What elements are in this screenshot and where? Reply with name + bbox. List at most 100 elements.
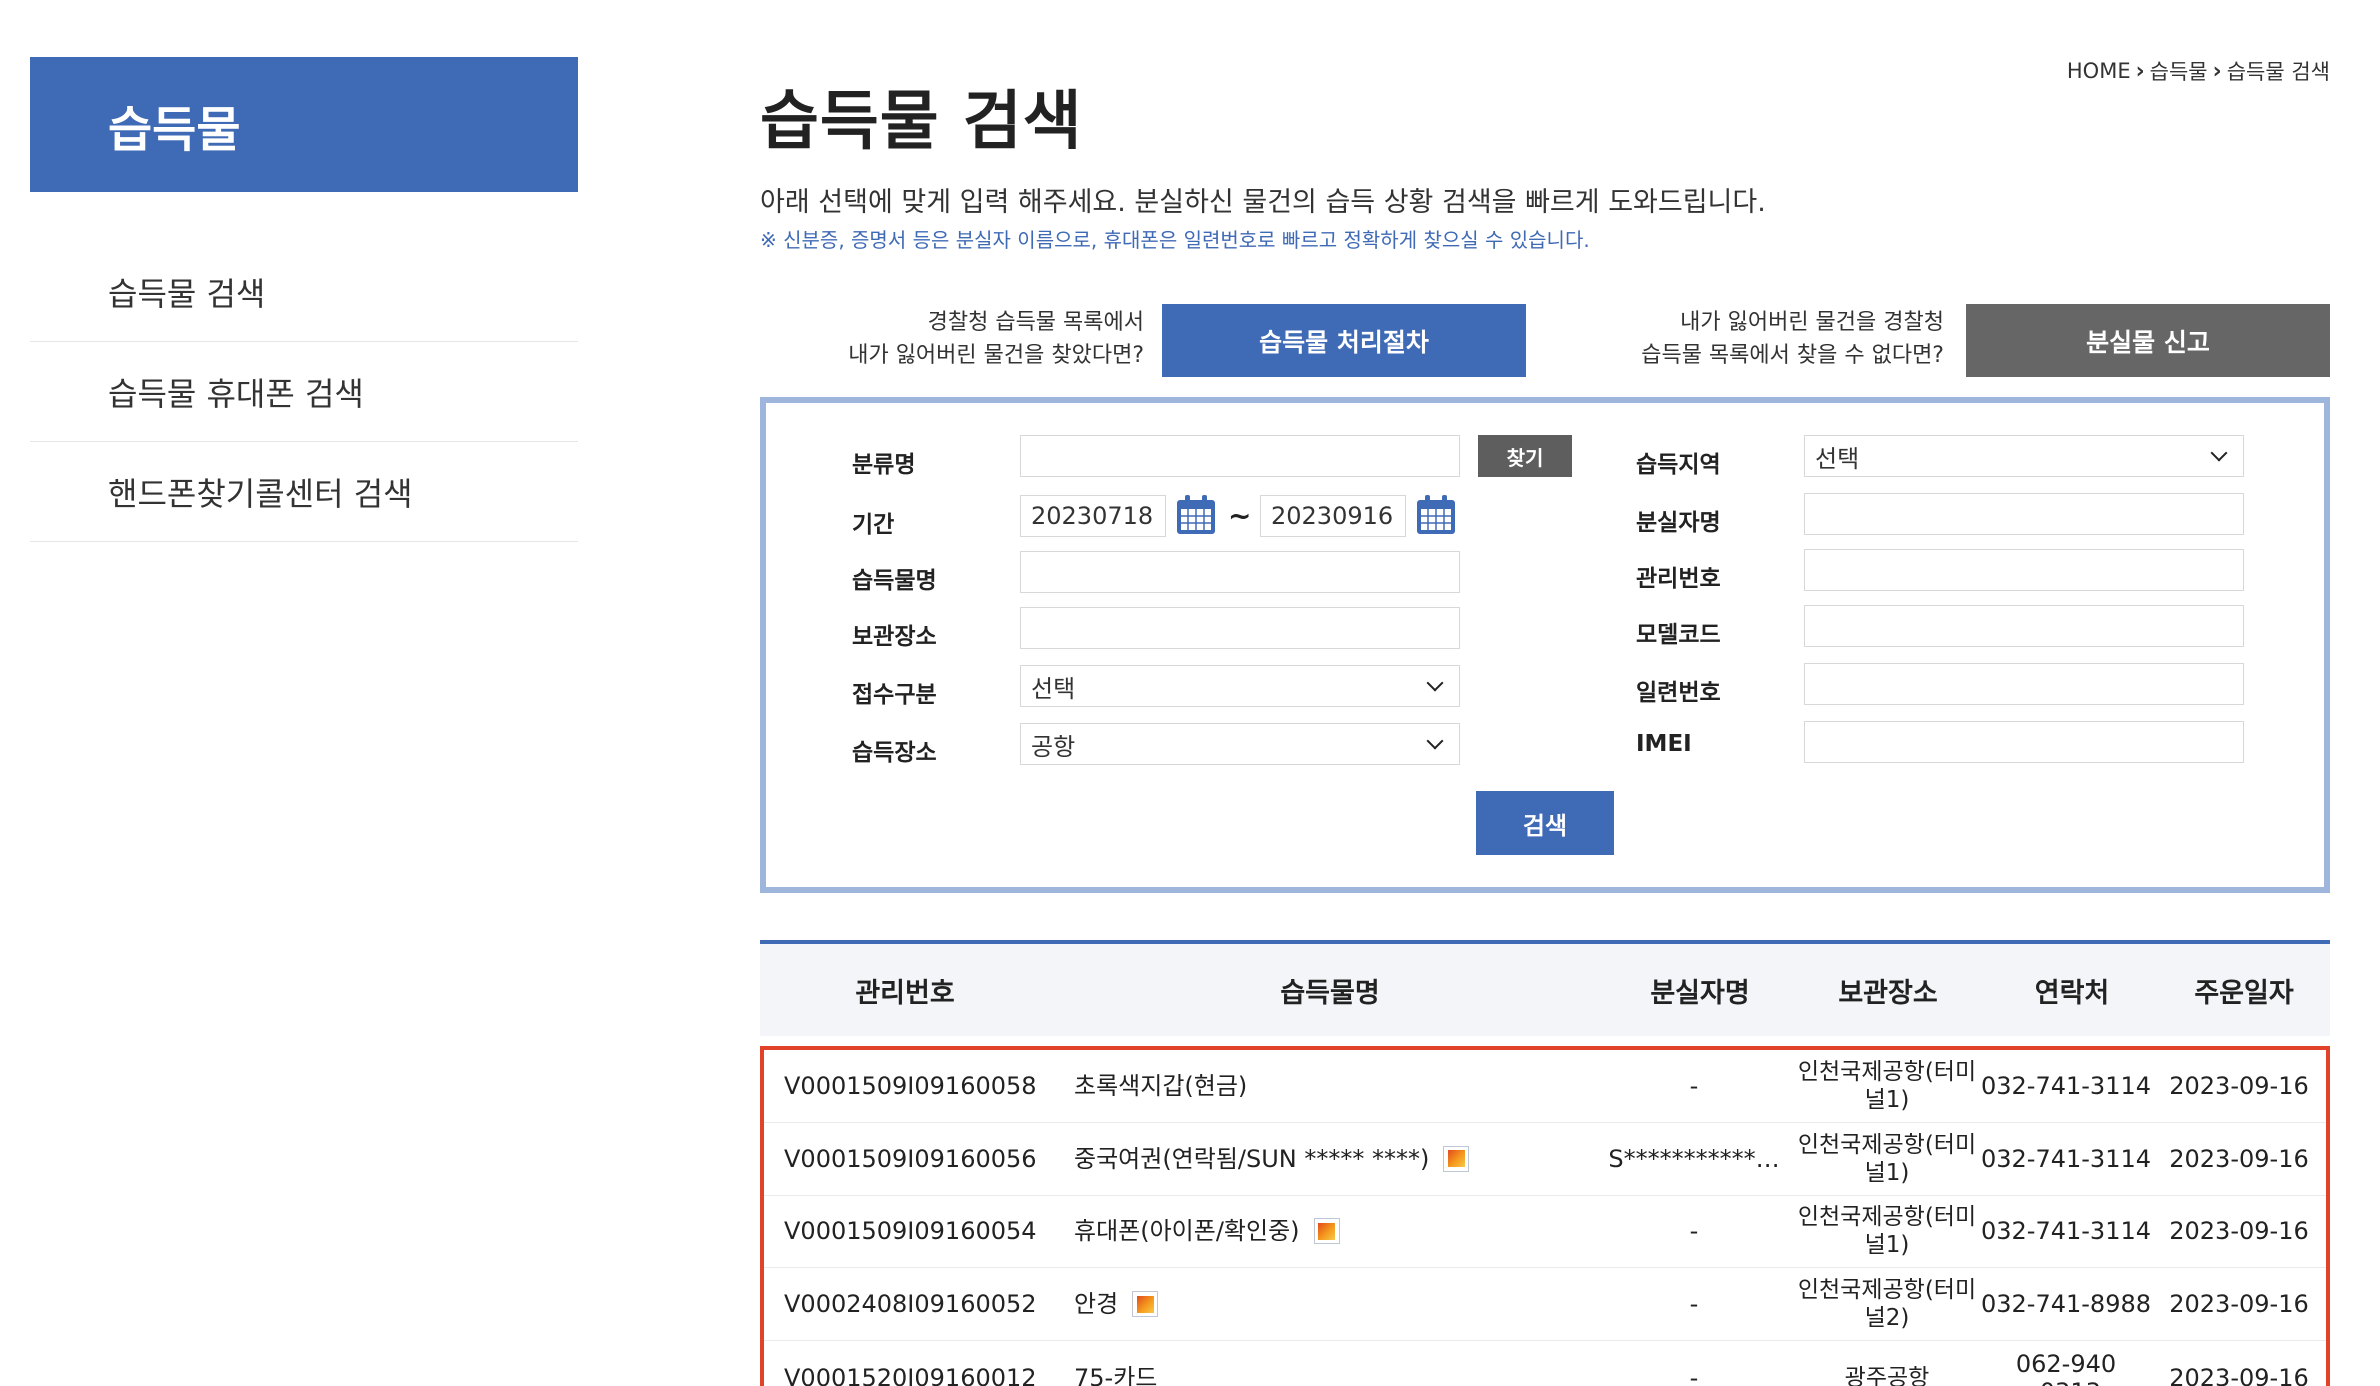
lost-report-button[interactable]: 분실물 신고 — [1966, 304, 2330, 377]
serial-label: 일련번호 — [1636, 680, 1721, 706]
found-place-label: 습득장소 — [852, 740, 937, 766]
calendar-icon[interactable] — [1414, 493, 1458, 537]
cell-manage-no: V0001509I09160056 — [784, 1144, 1037, 1173]
col-item-name[interactable]: 습득물명 — [1050, 971, 1610, 1010]
manage-no-label: 관리번호 — [1636, 566, 1721, 592]
storage-line1: 인천국제공항(터미 — [1797, 1058, 1977, 1085]
sidebar-item-phone-search[interactable]: 습득물 휴대폰 검색 — [30, 342, 578, 442]
cell-loser-name: - — [1689, 1217, 1699, 1246]
col-contact[interactable]: 연락처 — [1986, 971, 2158, 1010]
table-body: V0001509I09160058 초록색지갑(현금) - 인천국제공항(터미 널… — [760, 1046, 2330, 1386]
cell-contact: 032-741-8988 — [1980, 1290, 2151, 1319]
storage-line2: 널2) — [1864, 1305, 1910, 1332]
table-row[interactable]: V0001520I09160012 75-카드 - 광주공항 062-940 -… — [764, 1341, 2326, 1386]
cell-item-name: 안경 — [1054, 1290, 1594, 1318]
cell-storage: 인천국제공항(터미 널2) — [1794, 1276, 1980, 1332]
main-content: HOME › 습득물 › 습득물 검색 습득물 검색 아래 선택에 맞게 입력 … — [760, 0, 2330, 1386]
cell-manage-no: V0001520I09160012 — [784, 1363, 1037, 1386]
item-name-text: 초록색지갑(현금) — [1074, 1071, 1248, 1100]
period-label: 기간 — [852, 512, 895, 538]
procedure-prompt-line2: 내가 잃어버린 물건을 찾았다면? — [848, 343, 1144, 368]
procedure-prompt-line1: 경찰청 습득물 목록에서 — [927, 310, 1144, 335]
sidebar-nav: 습득물 검색 습득물 휴대폰 검색 핸드폰찾기콜센터 검색 — [30, 242, 578, 542]
cell-storage: 인천국제공항(터미 널1) — [1794, 1203, 1980, 1259]
category-label: 분류명 — [852, 452, 916, 478]
cell-manage-no: V0002408I09160052 — [784, 1290, 1037, 1319]
item-name-input[interactable] — [1020, 551, 1460, 593]
date-from-value: 20230718 — [1031, 502, 1154, 530]
found-region-select[interactable]: 선택 — [1804, 435, 2244, 477]
calendar-icon[interactable] — [1174, 493, 1218, 537]
category-input[interactable] — [1020, 435, 1460, 477]
cell-date: 2023-09-16 — [2169, 1363, 2309, 1386]
serial-input[interactable] — [1804, 663, 2244, 705]
col-storage[interactable]: 보관장소 — [1790, 971, 1986, 1010]
cell-loser-name: S***********… — [1608, 1144, 1780, 1173]
storage-line2: 널1) — [1864, 1159, 1910, 1186]
item-name-label: 습득물명 — [852, 568, 937, 594]
cell-item-name: 초록색지갑(현금) — [1054, 1072, 1594, 1100]
search-button[interactable]: 검색 — [1476, 791, 1614, 855]
table-row[interactable]: V0001509I09160058 초록색지갑(현금) - 인천국제공항(터미 널… — [764, 1050, 2326, 1123]
imei-input[interactable] — [1804, 721, 2244, 763]
cell-item-name: 75-카드 — [1054, 1364, 1594, 1386]
procedure-prompt: 경찰청 습득물 목록에서 내가 잃어버린 물건을 찾았다면? — [760, 306, 1144, 372]
sidebar-title: 습득물 — [30, 57, 578, 192]
chevron-down-icon — [2210, 444, 2228, 462]
cell-manage-no: V0001509I09160054 — [784, 1217, 1037, 1246]
loser-name-input[interactable] — [1804, 493, 2244, 535]
procedure-button[interactable]: 습득물 처리절차 — [1162, 304, 1526, 377]
date-to-field[interactable]: 20230916 — [1260, 495, 1406, 537]
col-date[interactable]: 주운일자 — [2158, 971, 2330, 1010]
breadcrumb-found[interactable]: 습득물 — [2150, 56, 2208, 86]
cell-loser-name: - — [1689, 1290, 1699, 1319]
breadcrumb-current: 습득물 검색 — [2226, 60, 2330, 84]
found-place-value: 공항 — [1031, 732, 1076, 761]
chevron-right-icon: › — [2135, 58, 2145, 84]
table-row[interactable]: V0001509I09160054 휴대폰(아이폰/확인중) - 인천국제공항(… — [764, 1196, 2326, 1269]
sidebar-item-callcenter-search[interactable]: 핸드폰찾기콜센터 검색 — [30, 442, 578, 542]
chevron-down-icon — [1426, 732, 1444, 750]
image-icon[interactable] — [1443, 1145, 1470, 1172]
cell-storage: 인천국제공항(터미 널1) — [1794, 1131, 1980, 1187]
loser-name-label: 분실자명 — [1636, 510, 1721, 536]
image-icon[interactable] — [1313, 1218, 1340, 1245]
date-from-field[interactable]: 20230718 — [1020, 495, 1166, 537]
action-row: 경찰청 습득물 목록에서 내가 잃어버린 물건을 찾았다면? 습득물 처리절차 … — [760, 304, 2330, 378]
find-button[interactable]: 찾기 — [1478, 435, 1572, 477]
found-region-value: 선택 — [1815, 444, 1860, 473]
report-prompt: 내가 잃어버린 물건을 경찰청 습득물 목록에서 찾을 수 없다면? — [1540, 306, 1944, 372]
sidebar-item-found-search[interactable]: 습득물 검색 — [30, 242, 578, 342]
cell-storage: 광주공항 — [1794, 1364, 1980, 1386]
col-loser-name[interactable]: 분실자명 — [1610, 971, 1790, 1010]
cell-contact: 032-741-3114 — [1980, 1144, 2151, 1173]
table-row[interactable]: V0002408I09160052 안경 - 인천국제공항(터미 널2) 032-… — [764, 1268, 2326, 1342]
table-row[interactable]: V0001509I09160056 중국여권(연락됨/SUN ***** ***… — [764, 1123, 2326, 1196]
storage-line1: 인천국제공항(터미 — [1797, 1204, 1977, 1231]
cell-storage: 인천국제공항(터미 널1) — [1794, 1058, 1980, 1114]
receipt-type-select[interactable]: 선택 — [1020, 665, 1460, 707]
report-prompt-line2: 습득물 목록에서 찾을 수 없다면? — [1641, 343, 1944, 368]
col-manage-no[interactable]: 관리번호 — [760, 971, 1050, 1010]
cell-date: 2023-09-16 — [2169, 1290, 2309, 1319]
cell-item-name: 휴대폰(아이폰/확인중) — [1054, 1217, 1594, 1245]
storage-label: 보관장소 — [852, 624, 937, 650]
storage-input[interactable] — [1020, 607, 1460, 649]
breadcrumb-home[interactable]: HOME — [2067, 59, 2131, 83]
page-description: 아래 선택에 맞게 입력 해주세요. 분실하신 물건의 습득 상황 검색을 빠르… — [760, 187, 1766, 218]
cell-contact: 032-741-3114 — [1980, 1217, 2151, 1246]
item-name-text: 휴대폰(아이폰/확인중) — [1074, 1217, 1300, 1246]
image-icon[interactable] — [1132, 1291, 1159, 1318]
cell-contact: 062-940 -0313 — [2015, 1349, 2117, 1386]
page-note: ※ 신분증, 증명서 등은 분실자 이름으로, 휴대폰은 일련번호로 빠르고 정… — [760, 228, 1590, 252]
cell-date: 2023-09-16 — [2169, 1071, 2309, 1100]
found-place-select[interactable]: 공항 — [1020, 723, 1460, 765]
manage-no-input[interactable] — [1804, 549, 2244, 591]
imei-label: IMEI — [1636, 731, 1692, 757]
sidebar: 습득물 습득물 검색 습득물 휴대폰 검색 핸드폰찾기콜센터 검색 — [30, 57, 578, 542]
model-code-input[interactable] — [1804, 605, 2244, 647]
found-region-label: 습득지역 — [1636, 452, 1721, 478]
receipt-type-value: 선택 — [1031, 674, 1076, 703]
cell-contact: 032-741-3114 — [1980, 1071, 2151, 1100]
item-name-text: 안경 — [1074, 1290, 1119, 1319]
